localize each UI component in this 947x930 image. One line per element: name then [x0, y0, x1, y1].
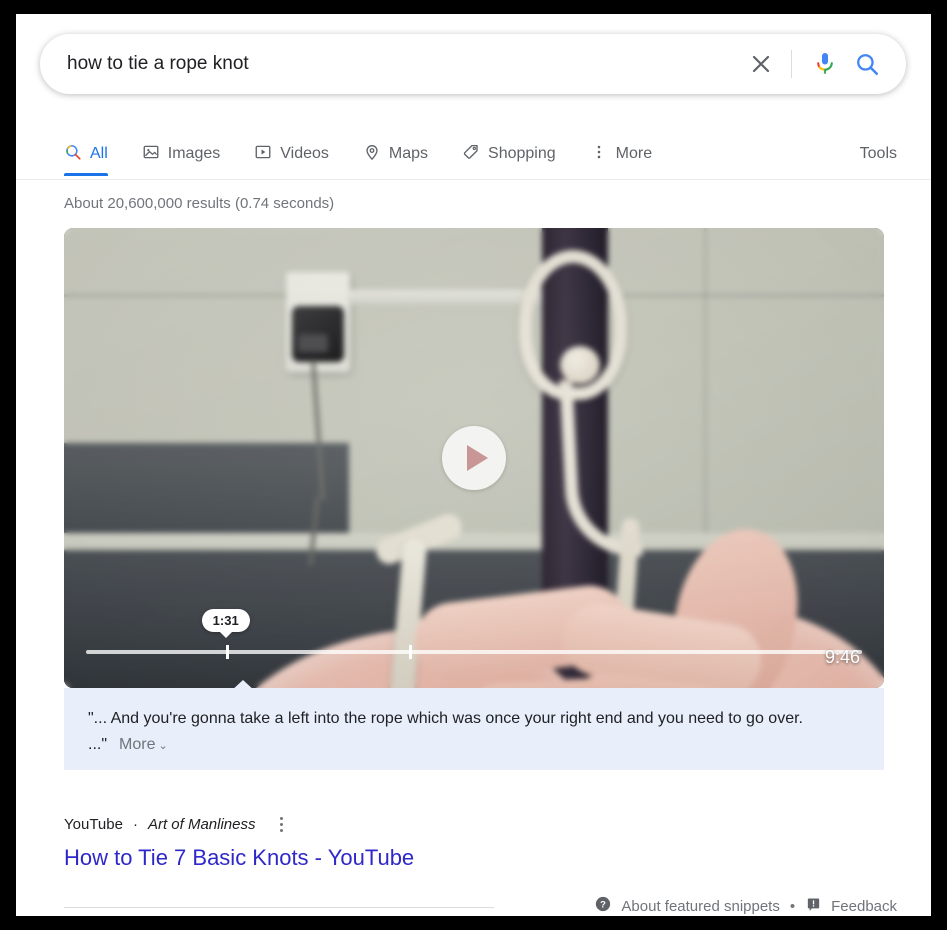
- footer-separator-dot: •: [789, 897, 796, 915]
- tools-button[interactable]: Tools: [860, 145, 897, 163]
- chevron-down-icon: ⌄: [158, 740, 168, 752]
- tab-shopping[interactable]: Shopping: [462, 132, 570, 176]
- video-progress-bar[interactable]: 1:31: [86, 609, 862, 659]
- video-icon: [254, 143, 272, 166]
- google-search-icon: [64, 143, 82, 166]
- about-featured-snippets-button[interactable]: ? About featured snippets: [594, 895, 780, 916]
- results-count: About 20,600,000 results (0.74 seconds): [64, 195, 335, 212]
- feedback-button[interactable]: Feedback: [805, 896, 897, 917]
- search-box[interactable]: [40, 34, 906, 94]
- result-title-link[interactable]: How to Tie 7 Basic Knots - YouTube: [64, 845, 414, 871]
- tab-label: Videos: [280, 145, 329, 162]
- feedback-flag-icon: [805, 896, 822, 917]
- tab-label: All: [90, 145, 108, 162]
- divider: [791, 50, 792, 78]
- microphone-icon[interactable]: [805, 42, 845, 86]
- snippet-more-button[interactable]: More ⌄: [119, 736, 168, 753]
- progress-track[interactable]: [86, 650, 862, 654]
- snippet-more-label: More: [119, 736, 156, 753]
- more-vertical-icon: [590, 143, 608, 166]
- snippet-quote: "... And you're gonna take a left into t…: [88, 710, 803, 753]
- tab-images[interactable]: Images: [142, 132, 234, 176]
- price-tag-icon: [462, 143, 480, 166]
- footer-divider: [64, 907, 494, 908]
- about-featured-snippets-label: About featured snippets: [621, 897, 780, 915]
- nav-tab-list: All Images Videos Maps Shopping More: [64, 132, 686, 180]
- current-time-badge: 1:31: [201, 609, 250, 632]
- search-input[interactable]: [41, 35, 739, 93]
- image-icon: [142, 143, 160, 166]
- search-nav-bar: All Images Videos Maps Shopping More Too…: [16, 132, 931, 180]
- kebab-menu-icon[interactable]: [273, 812, 290, 837]
- close-icon[interactable]: [739, 42, 783, 86]
- tab-more[interactable]: More: [590, 132, 666, 176]
- tab-all[interactable]: All: [64, 132, 122, 176]
- help-circle-icon: ?: [594, 895, 612, 916]
- tab-label: Shopping: [488, 145, 556, 162]
- play-icon[interactable]: [442, 426, 506, 490]
- featured-video-thumbnail[interactable]: 1:31 9:46: [64, 228, 884, 688]
- tab-label: Maps: [388, 145, 429, 162]
- video-duration: 9:46: [824, 647, 860, 667]
- svg-text:?: ?: [601, 899, 607, 909]
- result-source-line: YouTube · Art of Manliness: [64, 812, 290, 837]
- featured-snippet-box: "... And you're gonna take a left into t…: [64, 688, 884, 770]
- feedback-label: Feedback: [831, 897, 897, 915]
- result-separator: ·: [132, 816, 138, 833]
- snippet-footer: ? About featured snippets • Feedback: [594, 895, 897, 916]
- map-pin-icon: [363, 143, 381, 166]
- search-results-page: All Images: [16, 14, 931, 916]
- search-bar: [40, 34, 906, 94]
- search-icon[interactable]: [845, 42, 889, 86]
- tab-label: Images: [167, 145, 221, 162]
- result-source: YouTube: [64, 816, 123, 833]
- tab-maps[interactable]: Maps: [363, 132, 442, 176]
- result-channel: Art of Manliness: [147, 816, 256, 833]
- tab-label: More: [615, 145, 653, 162]
- progress-segment-marker: [225, 645, 412, 659]
- tab-videos[interactable]: Videos: [254, 132, 343, 176]
